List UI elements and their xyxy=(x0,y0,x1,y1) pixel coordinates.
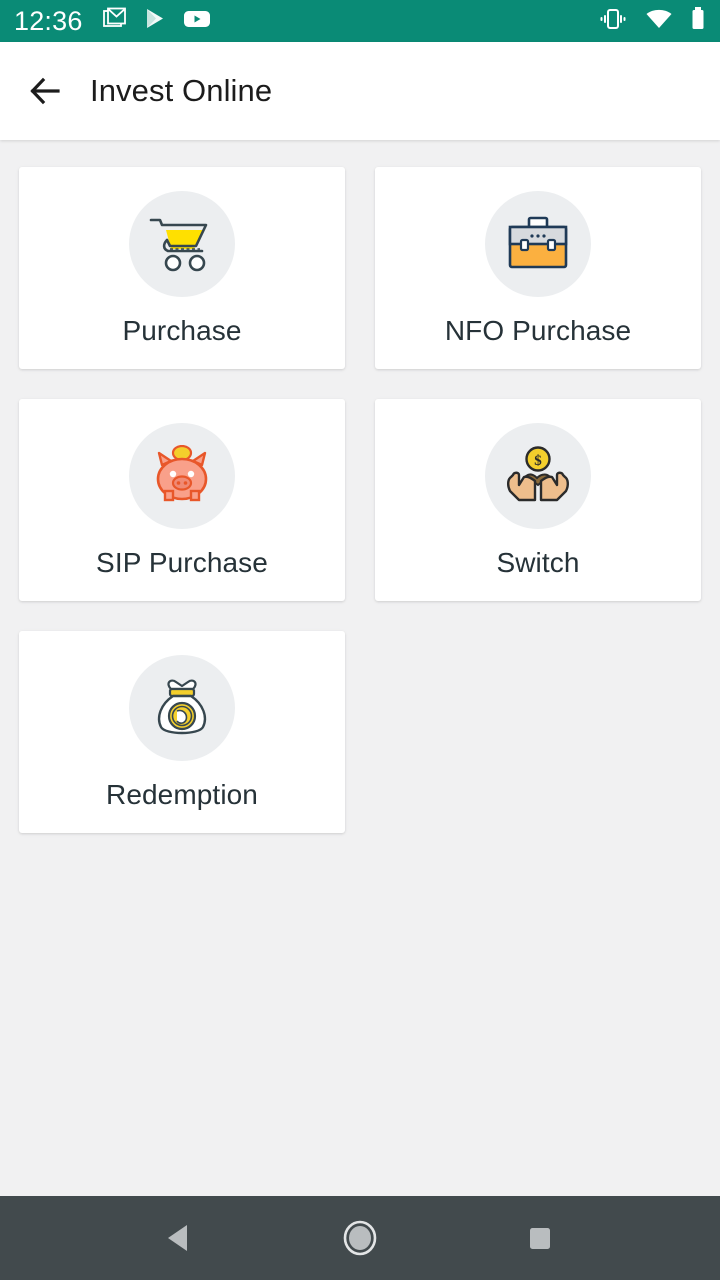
battery-icon xyxy=(690,6,706,37)
icon-badge xyxy=(129,191,235,297)
arrow-left-icon xyxy=(30,77,60,105)
vibrate-icon xyxy=(598,6,628,37)
content-area: Purchase NFO Purchase SIP Purchase $ Swi… xyxy=(0,140,720,1196)
icon-badge xyxy=(129,655,235,761)
grid-item-redemption[interactable]: Redemption xyxy=(19,631,345,833)
piggy-bank-icon xyxy=(156,445,208,502)
page-title: Invest Online xyxy=(90,73,273,108)
money-bag-icon xyxy=(157,679,207,735)
status-bar-notification-icons xyxy=(102,6,211,37)
shopping-cart-icon xyxy=(149,218,208,272)
grid-item-label: Redemption xyxy=(106,779,258,810)
youtube-icon xyxy=(183,8,211,35)
grid-item-label: SIP Purchase xyxy=(96,547,268,578)
wifi-icon xyxy=(645,8,673,35)
back-button[interactable] xyxy=(14,59,78,123)
action-grid: Purchase NFO Purchase SIP Purchase $ Swi… xyxy=(19,167,701,833)
hands-with-coin-icon: $ xyxy=(507,446,569,502)
square-recents-icon xyxy=(530,1228,550,1249)
status-bar: 12:36 xyxy=(0,0,720,42)
status-bar-system-icons xyxy=(598,6,706,37)
grid-item-sip-purchase[interactable]: SIP Purchase xyxy=(19,399,345,601)
nav-home-button[interactable] xyxy=(320,1198,400,1278)
icon-badge xyxy=(485,191,591,297)
phone-screen: 12:36 Invest Online Purchase NFO Purchas… xyxy=(0,0,720,1280)
play-store-icon xyxy=(143,6,169,37)
status-bar-clock: 12:36 xyxy=(14,5,83,36)
nav-recents-button[interactable] xyxy=(500,1198,580,1278)
icon-badge xyxy=(129,423,235,529)
grid-item-label: Purchase xyxy=(122,315,242,346)
circle-home-icon xyxy=(343,1220,377,1256)
grid-item-purchase[interactable]: Purchase xyxy=(19,167,345,369)
grid-item-nfo-purchase[interactable]: NFO Purchase xyxy=(375,167,701,369)
svg-text:$: $ xyxy=(534,453,542,469)
app-bar: Invest Online xyxy=(0,42,720,140)
gmail-icon xyxy=(102,6,129,37)
grid-item-label: NFO Purchase xyxy=(444,315,632,346)
grid-item-label: Switch xyxy=(496,547,580,578)
briefcase-icon xyxy=(508,216,568,269)
icon-badge: $ xyxy=(485,423,591,529)
grid-item-switch[interactable]: $ Switch xyxy=(375,399,701,601)
system-navigation-bar xyxy=(0,1196,720,1280)
nav-back-button[interactable] xyxy=(140,1198,220,1278)
triangle-back-icon xyxy=(168,1225,187,1251)
